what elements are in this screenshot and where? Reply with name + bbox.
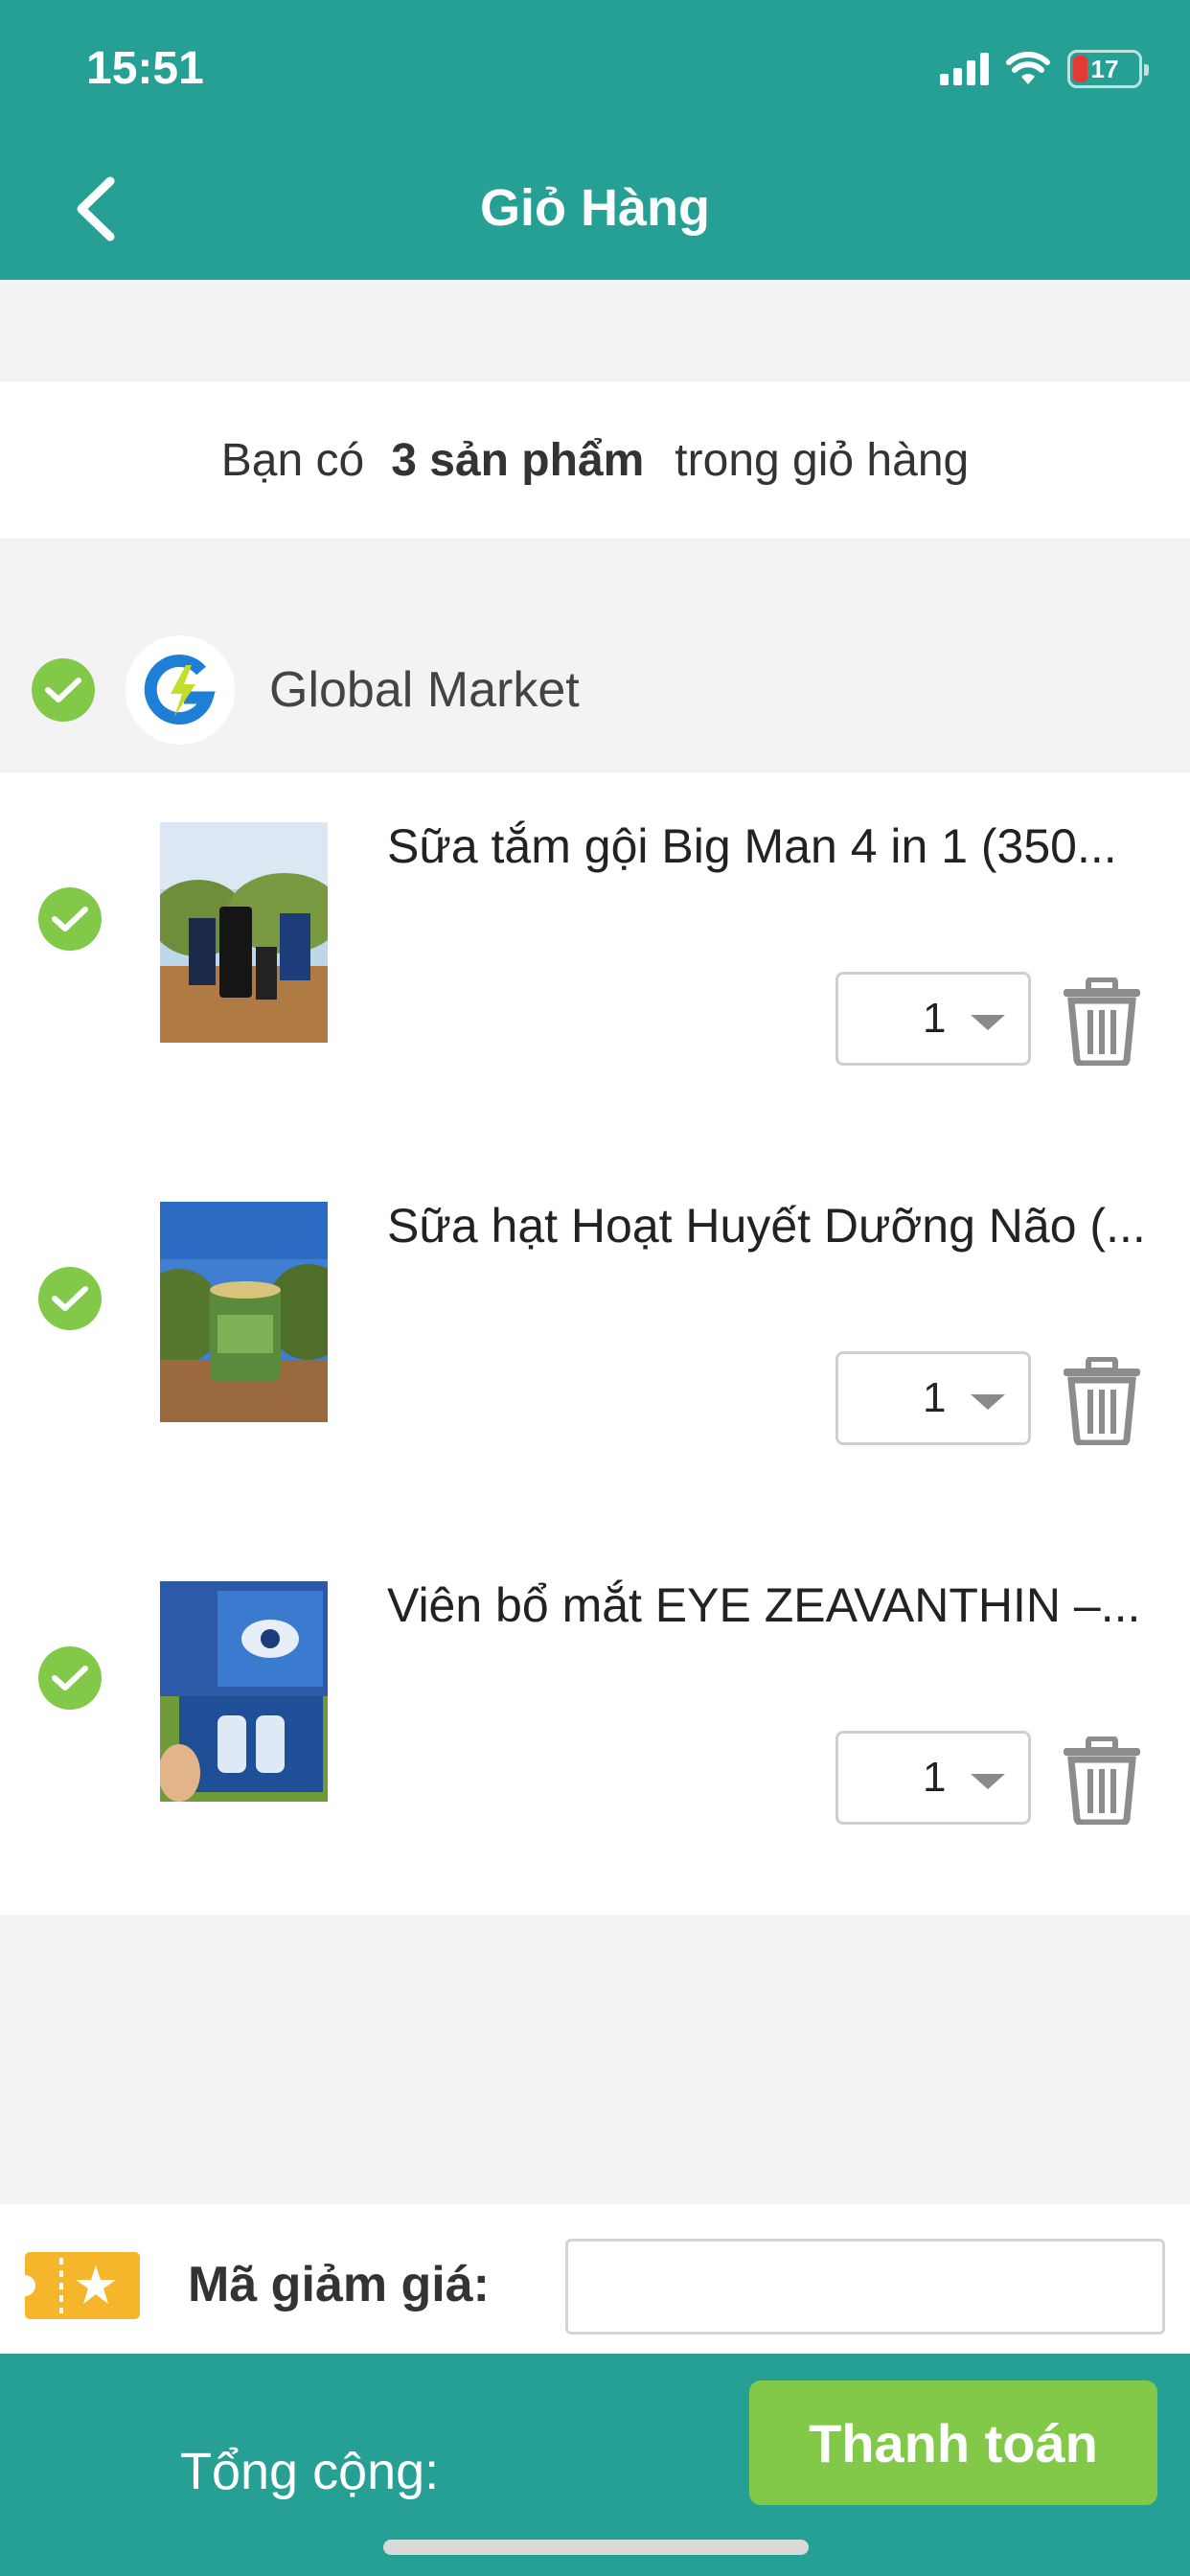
quantity-value: 1	[923, 1754, 947, 1801]
product-image[interactable]	[160, 1581, 328, 1802]
status-time: 15:51	[86, 43, 204, 94]
wifi-icon	[1006, 52, 1050, 84]
checkout-button[interactable]: Thanh toán	[749, 2380, 1157, 2505]
item-select-checkbox[interactable]	[38, 1267, 102, 1330]
cart-item: Viên bổ mắt EYE ZEAVANTHIN –... 1	[0, 1531, 1190, 1825]
check-icon	[52, 1286, 88, 1311]
seller-header: Global Market	[0, 613, 1190, 767]
summary-prefix: Bạn có	[220, 434, 365, 486]
product-image[interactable]	[160, 822, 328, 1043]
quantity-select[interactable]: 1	[835, 1351, 1031, 1445]
check-icon	[52, 907, 88, 932]
battery-level: 17	[1090, 54, 1119, 83]
coupon-ticket-icon	[25, 2252, 140, 2319]
discount-label: Mã giảm giá:	[188, 2257, 490, 2312]
cart-items-list: Sữa tắm gội Big Man 4 in 1 (350... 1 Sữa…	[0, 772, 1190, 1915]
quantity-select[interactable]: 1	[835, 972, 1031, 1066]
signal-icon	[940, 53, 989, 85]
discount-row: Mã giảm giá:	[0, 2204, 1190, 2356]
product-name[interactable]: Viên bổ mắt EYE ZEAVANTHIN –...	[387, 1577, 1182, 1633]
product-name[interactable]: Sữa tắm gội Big Man 4 in 1 (350...	[387, 818, 1182, 874]
quantity-select[interactable]: 1	[835, 1731, 1031, 1825]
cart-summary: Bạn có 3 sản phẩm trong giỏ hàng	[0, 381, 1190, 539]
caret-down-icon	[971, 1015, 1005, 1030]
cart-item: Sữa hạt Hoạt Huyết Dưỡng Não (... 1	[0, 1152, 1190, 1445]
quantity-value: 1	[923, 995, 947, 1042]
global-market-logo-icon	[144, 655, 216, 724]
product-name[interactable]: Sữa hạt Hoạt Huyết Dưỡng Não (...	[387, 1198, 1182, 1254]
summary-count: 3 sản phẩm	[391, 434, 645, 486]
discount-code-input[interactable]	[565, 2239, 1165, 2334]
product-image[interactable]	[160, 1202, 328, 1422]
top-bar: 15:51 17 Giỏ Hàng	[0, 0, 1190, 280]
cart-item: Sữa tắm gội Big Man 4 in 1 (350... 1	[0, 772, 1190, 1066]
check-icon	[52, 1666, 88, 1690]
quantity-value: 1	[923, 1374, 947, 1421]
shop-logo	[126, 635, 235, 745]
caret-down-icon	[971, 1774, 1005, 1789]
caret-down-icon	[971, 1394, 1005, 1410]
item-select-checkbox[interactable]	[38, 887, 102, 951]
total-label: Tổng cộng:	[180, 2443, 440, 2500]
seller-select-checkbox[interactable]	[32, 658, 95, 722]
bottom-bar: Tổng cộng: Thanh toán	[0, 2354, 1190, 2576]
status-icons: 17	[940, 50, 1149, 88]
battery-icon: 17	[1067, 50, 1149, 88]
shop-name: Global Market	[269, 662, 580, 718]
page-title: Giỏ Hàng	[480, 179, 710, 237]
home-indicator	[383, 2540, 809, 2555]
summary-suffix: trong giỏ hàng	[675, 434, 970, 486]
check-icon	[45, 678, 81, 702]
trash-icon[interactable]	[1062, 978, 1142, 1066]
trash-icon[interactable]	[1062, 1357, 1142, 1445]
trash-icon[interactable]	[1062, 1736, 1142, 1825]
item-select-checkbox[interactable]	[38, 1646, 102, 1710]
